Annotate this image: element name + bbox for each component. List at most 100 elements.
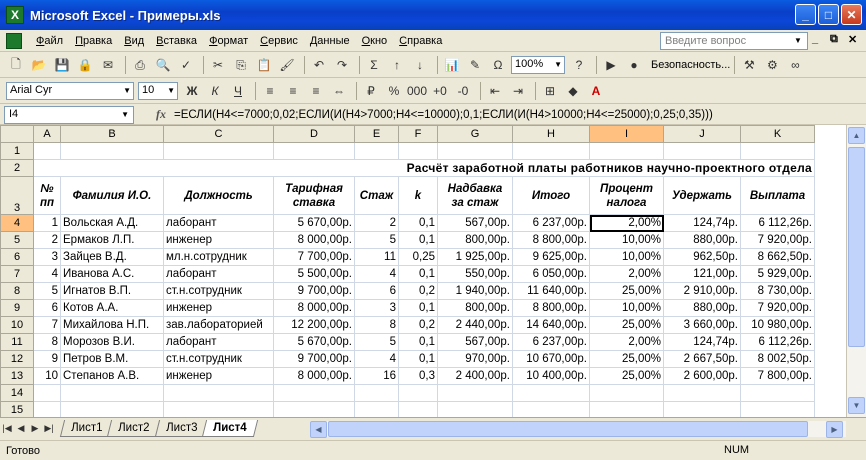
link-icon[interactable]: ∞ <box>785 55 805 75</box>
excel-app-icon[interactable]: X <box>6 6 24 24</box>
cell[interactable]: 6 112,26р. <box>740 214 815 232</box>
cell[interactable] <box>663 401 741 417</box>
cell[interactable] <box>740 142 815 160</box>
cell[interactable]: 10,00% <box>589 248 664 266</box>
cell[interactable]: Зайцев В.Д. <box>60 248 164 266</box>
cell[interactable]: 121,00р. <box>663 265 741 283</box>
cell[interactable] <box>33 384 61 402</box>
tab-sheet3[interactable]: Лист3 <box>154 420 209 437</box>
cell[interactable]: Игнатов В.П. <box>60 282 164 300</box>
cell[interactable]: 25,00% <box>589 350 664 368</box>
column-header-i[interactable]: I <box>589 125 664 143</box>
cell[interactable]: 11 <box>354 248 399 266</box>
cell[interactable]: 8 000,00р. <box>273 231 355 249</box>
align-right-icon[interactable]: ≡ <box>306 81 326 101</box>
spelling-icon[interactable]: ✓ <box>176 55 196 75</box>
maximize-button[interactable]: □ <box>818 4 839 25</box>
row-header[interactable]: 2 <box>0 159 34 177</box>
cell[interactable]: 7 800,00р. <box>740 367 815 385</box>
cell[interactable]: 550,00р. <box>437 265 513 283</box>
cell[interactable]: Ермаков Л.П. <box>60 231 164 249</box>
font-size-select[interactable]: 10 ▼ <box>138 82 178 100</box>
cell[interactable]: 0,1 <box>398 265 438 283</box>
column-title[interactable]: Надбавка за стаж <box>437 176 513 215</box>
column-header-a[interactable]: A <box>33 125 61 143</box>
column-title[interactable]: Удержать <box>663 176 741 215</box>
cell[interactable]: 567,00р. <box>437 214 513 232</box>
cell[interactable] <box>60 401 164 417</box>
cell[interactable]: инженер <box>163 231 274 249</box>
font-select[interactable]: Arial Cyr ▼ <box>6 82 134 100</box>
minimize-button[interactable]: _ <box>795 4 816 25</box>
cell[interactable] <box>273 384 355 402</box>
cell[interactable]: 7 <box>33 316 61 334</box>
cell[interactable]: 5 <box>354 231 399 249</box>
cell[interactable]: лаборант <box>163 214 274 232</box>
thousands-icon[interactable]: 000 <box>407 81 427 101</box>
cell[interactable]: 124,74р. <box>663 214 741 232</box>
close-button[interactable]: ✕ <box>841 4 862 25</box>
row-header[interactable]: 14 <box>0 384 34 402</box>
toolbox-icon[interactable]: ⚒ <box>739 55 759 75</box>
cell[interactable]: 6 237,00р. <box>512 333 590 351</box>
fill-color-icon[interactable]: ◆ <box>563 81 583 101</box>
sort-asc-icon[interactable]: ↑ <box>387 55 407 75</box>
cell[interactable]: 25,00% <box>589 316 664 334</box>
save-icon[interactable]: 💾 <box>52 55 72 75</box>
column-title[interactable]: Процент налога <box>589 176 664 215</box>
cell[interactable]: 6 112,26р. <box>740 333 815 351</box>
cell[interactable]: 10 670,00р. <box>512 350 590 368</box>
cell[interactable] <box>273 401 355 417</box>
cell[interactable]: 10,00% <box>589 299 664 317</box>
autosum-icon[interactable]: Σ <box>364 55 384 75</box>
row-header[interactable]: 3 <box>0 176 34 215</box>
scroll-left-icon[interactable]: ◀ <box>310 421 327 438</box>
cell[interactable]: 8 000,00р. <box>273 367 355 385</box>
email-icon[interactable]: ✉ <box>98 55 118 75</box>
menu-view[interactable]: Вид <box>118 33 150 49</box>
cell[interactable] <box>273 142 355 160</box>
horizontal-scroll-thumb[interactable] <box>328 421 808 437</box>
column-title[interactable]: Итого <box>512 176 590 215</box>
cell[interactable]: 970,00р. <box>437 350 513 368</box>
cell[interactable]: 1 940,00р. <box>437 282 513 300</box>
font-color-icon[interactable]: A <box>586 81 606 101</box>
bold-icon[interactable]: Ж <box>182 81 202 101</box>
menu-file[interactable]: Файл <box>30 33 69 49</box>
cell[interactable] <box>437 401 513 417</box>
align-center-icon[interactable]: ≡ <box>283 81 303 101</box>
cell[interactable]: лаборант <box>163 265 274 283</box>
select-all-corner[interactable] <box>0 125 34 143</box>
cell[interactable]: 16 <box>354 367 399 385</box>
cell[interactable]: Морозов В.И. <box>60 333 164 351</box>
formula-input[interactable]: =ЕСЛИ(H4<=7000;0,02;ЕСЛИ(И(H4>7000;H4<=1… <box>174 109 713 121</box>
cell[interactable]: 10 400,00р. <box>512 367 590 385</box>
cell[interactable] <box>589 142 664 160</box>
column-title[interactable]: Стаж <box>354 176 399 215</box>
menu-data[interactable]: Данные <box>304 33 356 49</box>
cell[interactable]: 5 670,00р. <box>273 333 355 351</box>
underline-icon[interactable]: Ч <box>228 81 248 101</box>
doc-minimize-icon[interactable]: _ <box>812 33 818 45</box>
cell[interactable]: 800,00р. <box>437 299 513 317</box>
cell[interactable]: 0,1 <box>398 299 438 317</box>
cell[interactable]: 124,74р. <box>663 333 741 351</box>
row-header[interactable]: 5 <box>0 231 34 249</box>
increase-decimal-icon[interactable]: +0 <box>430 81 450 101</box>
cell[interactable]: 7 920,00р. <box>740 299 815 317</box>
cell[interactable]: 8 <box>33 333 61 351</box>
cell[interactable]: зав.лабораторией <box>163 316 274 334</box>
cell[interactable]: 6 050,00р. <box>512 265 590 283</box>
cell[interactable]: 6 <box>33 299 61 317</box>
cell[interactable] <box>60 384 164 402</box>
cell[interactable] <box>354 401 399 417</box>
column-title[interactable]: № пп <box>33 176 61 215</box>
cell[interactable]: 2,00% <box>589 265 664 283</box>
last-sheet-icon[interactable]: ▶| <box>42 421 56 437</box>
cell[interactable]: 2 910,00р. <box>663 282 741 300</box>
row-header[interactable]: 8 <box>0 282 34 300</box>
column-title[interactable]: Должность <box>163 176 274 215</box>
scroll-right-icon[interactable]: ▶ <box>826 421 843 438</box>
cell[interactable]: 1 925,00р. <box>437 248 513 266</box>
cell[interactable]: 7 920,00р. <box>740 231 815 249</box>
